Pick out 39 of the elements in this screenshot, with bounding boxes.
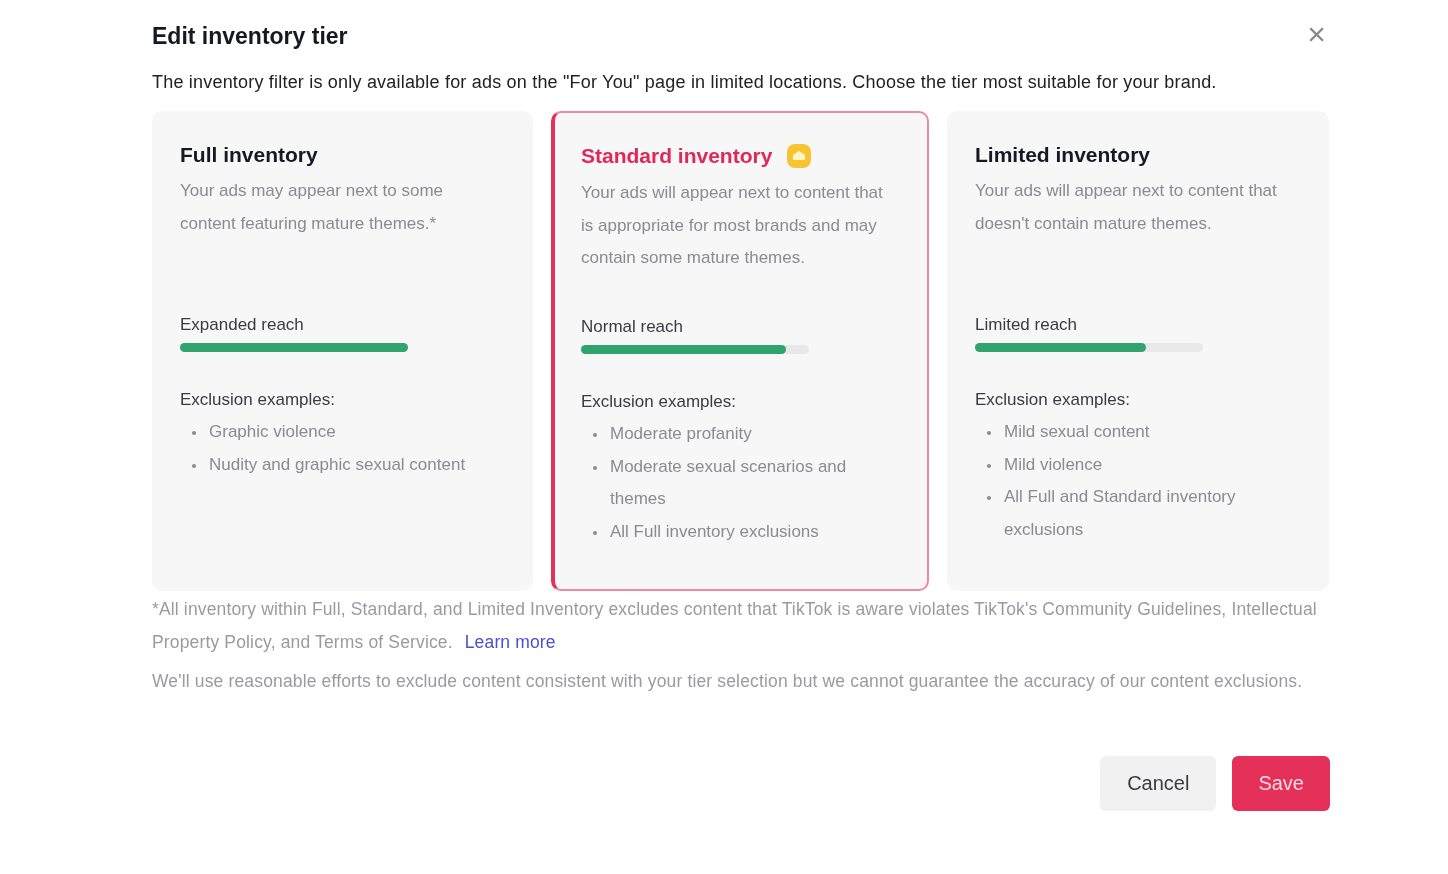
exclusion-item: Mild sexual content bbox=[1004, 421, 1151, 443]
bullet-icon bbox=[987, 431, 991, 435]
tier-description: Your ads will appear next to content that doesn't contain mature themes. bbox=[975, 180, 1278, 235]
close-button[interactable]: × bbox=[1303, 18, 1330, 50]
bullet-icon bbox=[593, 465, 597, 470]
tier-description: Your ads will appear next to content that is appropriate for most brands and may contain some mature themes. bbox=[581, 182, 884, 269]
exclusions-heading: Exclusion examples: bbox=[180, 390, 336, 410]
save-button[interactable]: Save bbox=[1232, 756, 1330, 811]
exclusion-item: All Full inventory exclusions bbox=[610, 520, 820, 543]
bullet-icon bbox=[192, 431, 196, 435]
bullet-icon bbox=[192, 463, 196, 468]
exclusion-item: All Full and Standard inventory exclusions bbox=[1004, 486, 1237, 541]
tier-title: Limited inventory bbox=[975, 143, 1151, 167]
exclusion-item: Graphic violence bbox=[209, 421, 337, 443]
bullet-icon bbox=[593, 433, 597, 437]
tier-card[interactable] bbox=[947, 111, 1329, 591]
learn-more-link[interactable]: Learn more bbox=[464, 632, 556, 652]
tier-title: Standard inventory bbox=[581, 144, 773, 168]
exclusions-heading: Exclusion examples: bbox=[975, 390, 1131, 410]
exclusion-item: Moderate sexual scenarios and themes bbox=[610, 455, 848, 510]
tier-description: Your ads may appear next to some content featuring mature themes.* bbox=[180, 180, 445, 235]
dialog-title: Edit inventory tier bbox=[152, 22, 348, 50]
exclusion-item: Nudity and graphic sexual content bbox=[209, 453, 467, 476]
tier-title: Full inventory bbox=[180, 143, 318, 167]
exclusion-item: Mild violence bbox=[1004, 453, 1104, 476]
footnote: *All inventory within Full, Standard, and Limited Inventory excludes content that TikTok is aware violates TikTok's Community Guidelines, Intellectual Property Policy, and Terms of Service. Learn more bbox=[152, 598, 1317, 654]
disclaimer: We'll use reasonable efforts to exclude content consistent with your tier selection but we cannot guarantee the accuracy of our content exclusions. bbox=[152, 670, 1304, 693]
bullet-icon bbox=[987, 463, 991, 468]
cancel-button[interactable]: Cancel bbox=[1100, 756, 1217, 811]
exclusion-item: Moderate profanity bbox=[610, 423, 753, 445]
bullet-icon bbox=[987, 496, 991, 500]
tier-card[interactable] bbox=[551, 111, 929, 591]
bullet-icon bbox=[593, 530, 597, 535]
tier-card[interactable]: Full inventory Your ads may appear next to some content featuring mature themes.* Expanded reach Exclusion examples: Graphic violence Nudity and graphic sexual content bbox=[152, 111, 533, 591]
exclusions-heading: Exclusion examples: bbox=[581, 392, 737, 412]
dialog-description: The inventory filter is only available for ads on the "For You" page in limited locations. Choose the tier most suitable for your brand. bbox=[152, 72, 1218, 93]
reach-label: Expanded reach bbox=[180, 315, 305, 335]
reach-label: Limited reach bbox=[975, 315, 1079, 335]
reach-label: Normal reach bbox=[581, 317, 685, 337]
